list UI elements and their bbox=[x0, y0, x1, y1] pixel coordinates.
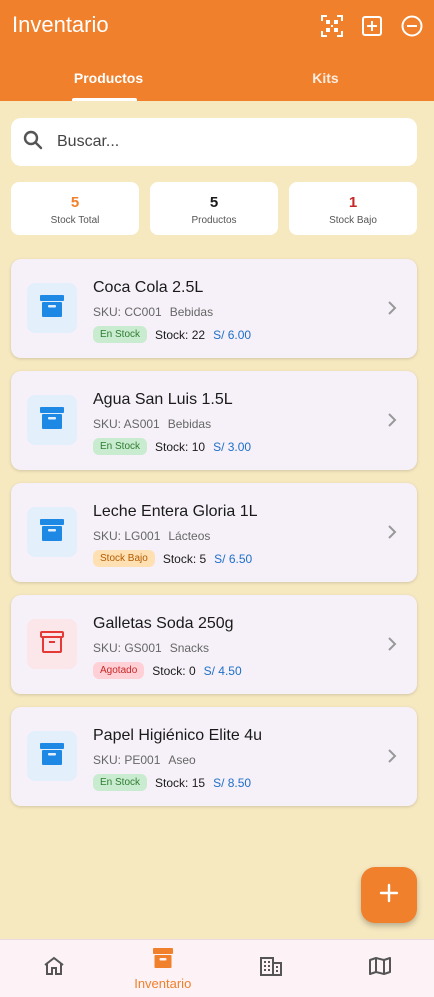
product-price: S/ 8.50 bbox=[213, 775, 252, 790]
product-name: Coca Cola 2.5L bbox=[93, 279, 204, 296]
product-stock-row: En Stock Stock: 15 S/ 8.50 bbox=[93, 774, 251, 791]
product-card[interactable]: Coca Cola 2.5L SKU: CC001 Bebidas En Stoc… bbox=[11, 259, 417, 358]
home-icon bbox=[43, 956, 65, 981]
stats-row: 5 Stock Total 5 Productos 1 Stock Bajo bbox=[11, 182, 417, 235]
stat-value: 5 bbox=[209, 194, 219, 211]
product-stock: Stock: 0 bbox=[152, 663, 196, 678]
status-badge: Agotado bbox=[93, 662, 145, 679]
product-card[interactable]: Agua San Luis 1.5L SKU: AS001 Bebidas En … bbox=[11, 371, 417, 470]
stat-value: 5 bbox=[70, 194, 80, 211]
remove-circle-icon[interactable] bbox=[400, 14, 424, 38]
product-stock-row: En Stock Stock: 22 S/ 6.00 bbox=[93, 326, 251, 343]
product-thumb bbox=[27, 507, 77, 557]
inventory-box-icon bbox=[39, 406, 65, 435]
product-list: Coca Cola 2.5L SKU: CC001 Bebidas En Stoc… bbox=[11, 259, 417, 819]
inventory-box-icon bbox=[39, 518, 65, 547]
status-badge: Stock Bajo bbox=[93, 550, 155, 567]
plus-icon bbox=[379, 883, 399, 908]
status-badge: En Stock bbox=[93, 438, 148, 455]
product-stock-row: Stock Bajo Stock: 5 S/ 6.50 bbox=[93, 550, 252, 567]
product-meta: SKU: AS001 Bebidas bbox=[93, 417, 211, 431]
tab-label: Productos bbox=[73, 70, 144, 86]
nav-map[interactable] bbox=[326, 940, 434, 997]
product-price: S/ 3.00 bbox=[213, 439, 252, 454]
stat-label: Stock Total bbox=[50, 215, 100, 226]
status-badge: En Stock bbox=[93, 774, 148, 791]
tab-kits[interactable]: Kits bbox=[217, 58, 434, 101]
product-name: Papel Higiénico Elite 4u bbox=[93, 727, 262, 744]
tab-bar: Productos Kits bbox=[0, 58, 434, 101]
stat-value: 1 bbox=[348, 194, 358, 211]
product-category: Lácteos bbox=[168, 529, 211, 543]
chevron-right-icon bbox=[387, 300, 397, 321]
product-card[interactable]: Papel Higiénico Elite 4u SKU: PE001 Aseo … bbox=[11, 707, 417, 806]
product-stock: Stock: 22 bbox=[155, 327, 206, 342]
add-box-icon[interactable] bbox=[360, 14, 384, 38]
nav-label: Inventario bbox=[134, 975, 192, 991]
product-category: Bebidas bbox=[167, 417, 212, 431]
page-title: Inventario bbox=[12, 12, 109, 37]
tab-productos[interactable]: Productos bbox=[0, 58, 217, 101]
header-actions bbox=[320, 14, 424, 38]
nav-inventario[interactable]: Inventario bbox=[109, 940, 218, 997]
product-price: S/ 6.00 bbox=[213, 327, 252, 342]
qr-code-icon[interactable] bbox=[320, 14, 344, 38]
product-category: Bebidas bbox=[169, 305, 214, 319]
nav-home[interactable] bbox=[0, 940, 109, 997]
chevron-right-icon bbox=[387, 748, 397, 769]
tab-label: Kits bbox=[312, 70, 339, 86]
chevron-right-icon bbox=[387, 636, 397, 657]
product-meta: SKU: CC001 Bebidas bbox=[93, 305, 213, 319]
stat-stock-bajo: 1 Stock Bajo bbox=[289, 182, 417, 235]
add-product-button[interactable] bbox=[361, 867, 417, 923]
product-thumb bbox=[27, 395, 77, 445]
product-stock: Stock: 15 bbox=[155, 775, 206, 790]
product-category: Aseo bbox=[168, 753, 196, 767]
product-stock: Stock: 10 bbox=[155, 439, 206, 454]
stat-label: Productos bbox=[191, 215, 237, 226]
stat-stock-total: 5 Stock Total bbox=[11, 182, 139, 235]
nav-buildings[interactable] bbox=[217, 940, 326, 997]
product-sku: SKU: AS001 bbox=[93, 417, 160, 431]
product-thumb bbox=[27, 619, 77, 669]
product-stock: Stock: 5 bbox=[162, 551, 207, 566]
tab-indicator bbox=[72, 98, 137, 101]
product-sku: SKU: GS001 bbox=[93, 641, 162, 655]
search-bar bbox=[11, 118, 417, 166]
product-meta: SKU: PE001 Aseo bbox=[93, 753, 196, 767]
product-sku: SKU: CC001 bbox=[93, 305, 162, 319]
inventory-box-icon bbox=[39, 294, 65, 323]
chevron-right-icon bbox=[387, 412, 397, 433]
building-icon bbox=[260, 956, 283, 981]
search-input[interactable] bbox=[57, 133, 377, 151]
status-badge: En Stock bbox=[93, 326, 148, 343]
product-meta: SKU: GS001 Snacks bbox=[93, 641, 209, 655]
product-card[interactable]: Leche Entera Gloria 1L SKU: LG001 Lácteos… bbox=[11, 483, 417, 582]
chevron-right-icon bbox=[387, 524, 397, 545]
product-category: Snacks bbox=[169, 641, 210, 655]
product-meta: SKU: LG001 Lácteos bbox=[93, 529, 210, 543]
product-stock-row: Agotado Stock: 0 S/ 4.50 bbox=[93, 662, 242, 679]
product-stock-row: En Stock Stock: 10 S/ 3.00 bbox=[93, 438, 251, 455]
product-sku: SKU: LG001 bbox=[93, 529, 161, 543]
inventory-icon bbox=[152, 947, 174, 974]
stat-label: Stock Bajo bbox=[329, 215, 377, 226]
product-sku: SKU: PE001 bbox=[93, 753, 161, 767]
search-icon bbox=[23, 130, 43, 155]
product-thumb bbox=[27, 731, 77, 781]
product-thumb bbox=[27, 283, 77, 333]
app-bar: Inventario Productos Kits bbox=[0, 0, 434, 101]
product-name: Leche Entera Gloria 1L bbox=[93, 503, 258, 520]
inventory-box-outline-icon bbox=[39, 630, 65, 659]
bottom-nav: Inventario bbox=[0, 939, 434, 997]
product-name: Agua San Luis 1.5L bbox=[93, 391, 233, 408]
product-price: S/ 6.50 bbox=[214, 551, 253, 566]
product-price: S/ 4.50 bbox=[203, 663, 242, 678]
map-icon bbox=[368, 956, 391, 981]
product-card[interactable]: Galletas Soda 250g SKU: GS001 Snacks Agot… bbox=[11, 595, 417, 694]
stat-productos: 5 Productos bbox=[150, 182, 278, 235]
inventory-box-icon bbox=[39, 742, 65, 771]
product-name: Galletas Soda 250g bbox=[93, 615, 234, 632]
